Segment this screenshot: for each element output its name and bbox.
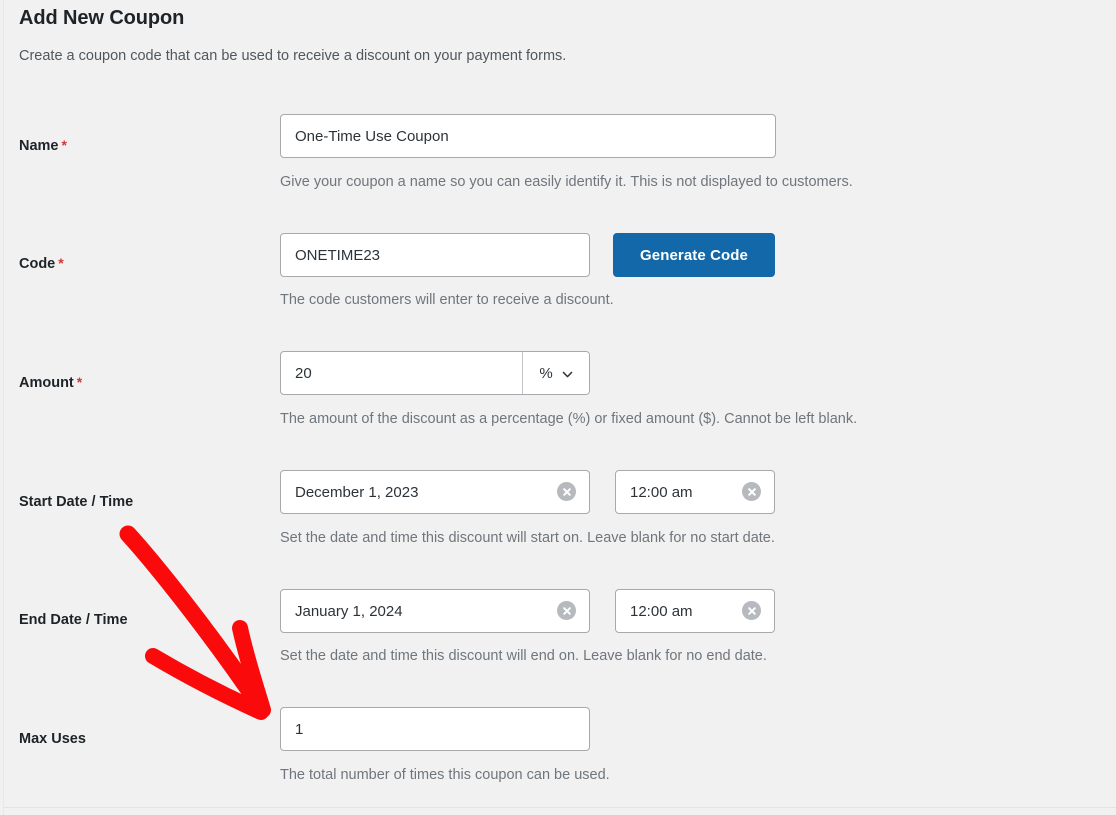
- page-title: Add New Coupon: [19, 7, 185, 29]
- max-uses-label: Max Uses: [19, 731, 86, 747]
- code-required-asterisk: *: [58, 255, 64, 271]
- start-date-time-label: Start Date / Time: [19, 494, 134, 510]
- amount-unit-value: %: [539, 364, 553, 382]
- amount-unit-select[interactable]: %: [522, 352, 589, 394]
- bottom-rule: [4, 807, 1116, 808]
- clear-start-date-icon[interactable]: [557, 482, 576, 501]
- code-label: Code *: [19, 255, 64, 272]
- generate-code-button[interactable]: Generate Code: [613, 233, 775, 277]
- name-input[interactable]: [280, 114, 776, 158]
- code-input[interactable]: [280, 233, 590, 277]
- end-date-time-help-text: Set the date and time this discount will…: [280, 648, 767, 664]
- page-subtitle: Create a coupon code that can be used to…: [19, 48, 567, 64]
- left-rule: [3, 0, 4, 815]
- clear-end-date-icon[interactable]: [557, 601, 576, 620]
- end-date-time-label: End Date / Time: [19, 612, 128, 628]
- amount-input[interactable]: [281, 352, 522, 394]
- amount-help-text: The amount of the discount as a percenta…: [280, 411, 858, 427]
- clear-end-time-icon[interactable]: [742, 601, 761, 620]
- clear-start-time-icon[interactable]: [742, 482, 761, 501]
- name-label: Name *: [19, 137, 67, 154]
- end-date-input[interactable]: [280, 589, 590, 633]
- start-date-time-help-text: Set the date and time this discount will…: [280, 530, 775, 546]
- chevron-down-icon: [562, 367, 573, 378]
- amount-label: Amount *: [19, 374, 82, 391]
- amount-field-group: %: [280, 351, 590, 395]
- amount-label-text: Amount: [19, 375, 74, 391]
- max-uses-help-text: The total number of times this coupon ca…: [280, 767, 610, 783]
- name-label-text: Name: [19, 138, 59, 154]
- name-help-text: Give your coupon a name so you can easil…: [280, 174, 853, 190]
- add-new-coupon-page: Add New Coupon Create a coupon code that…: [0, 0, 1116, 815]
- code-label-text: Code: [19, 256, 56, 272]
- code-help-text: The code customers will enter to receive…: [280, 292, 614, 308]
- amount-required-asterisk: *: [76, 374, 83, 390]
- max-uses-input[interactable]: [280, 707, 590, 751]
- start-date-input[interactable]: [280, 470, 590, 514]
- name-required-asterisk: *: [61, 137, 67, 153]
